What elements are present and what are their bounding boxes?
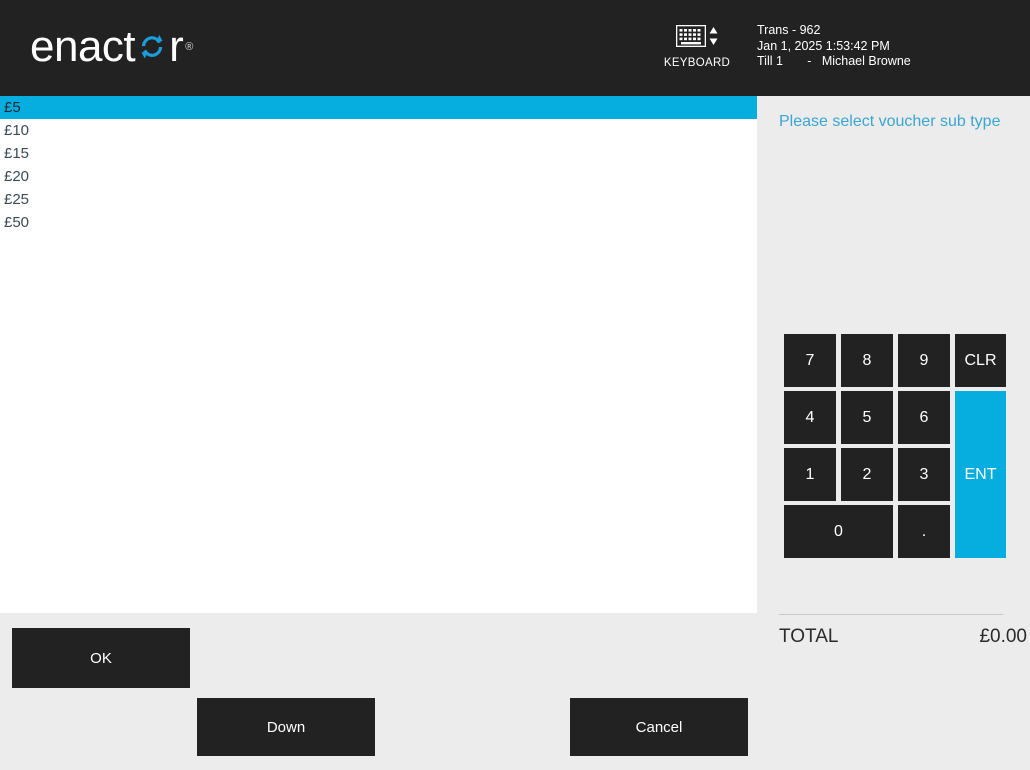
- action-button-bar: OK Down Cancel: [0, 613, 757, 770]
- pos-application: enact r ® KEYBOARD Trans - 962 Jan 1, 20…: [0, 0, 1030, 770]
- key-2[interactable]: 2: [841, 448, 893, 501]
- key-4[interactable]: 4: [784, 391, 836, 444]
- total-divider: [779, 614, 1003, 615]
- total-row: TOTAL £0.00: [779, 626, 1027, 648]
- key-clear[interactable]: CLR: [955, 334, 1006, 387]
- list-item-label: £5: [4, 99, 21, 116]
- list-item[interactable]: £10: [0, 119, 757, 142]
- cancel-button[interactable]: Cancel: [570, 698, 748, 756]
- list-item-label: £20: [4, 168, 30, 185]
- list-item[interactable]: £15: [0, 142, 757, 165]
- key-8[interactable]: 8: [841, 334, 893, 387]
- updown-arrows-icon: [709, 26, 718, 51]
- key-3[interactable]: 3: [898, 448, 950, 501]
- key-1[interactable]: 1: [784, 448, 836, 501]
- total-value: £0.00: [979, 626, 1027, 647]
- logo-text-left: enact: [30, 22, 136, 71]
- list-item-label: £15: [4, 145, 30, 162]
- prompt-message: Please select voucher sub type: [779, 113, 1001, 130]
- app-header: enact r ® KEYBOARD Trans - 962 Jan 1, 20…: [0, 0, 1030, 96]
- keyboard-label: KEYBOARD: [663, 57, 731, 69]
- down-button[interactable]: Down: [197, 698, 375, 756]
- list-item-label: £10: [4, 122, 30, 139]
- key-enter[interactable]: ENT: [955, 391, 1006, 558]
- key-decimal[interactable]: .: [898, 505, 950, 558]
- numeric-keypad: 7 8 9 CLR 4 5 6 ENT 1 2 3 0 .: [784, 334, 1006, 558]
- right-panel: Please select voucher sub type 7 8 9 CLR…: [757, 96, 1030, 770]
- keyboard-icon: [675, 24, 707, 52]
- ok-button[interactable]: OK: [12, 628, 190, 688]
- key-6[interactable]: 6: [898, 391, 950, 444]
- list-item-label: £25: [4, 191, 30, 208]
- logo-text-right: r: [169, 22, 184, 71]
- key-0[interactable]: 0: [784, 505, 893, 558]
- enactor-logo: enact r ®: [30, 22, 193, 71]
- transaction-number: Trans - 962: [757, 23, 821, 37]
- list-item[interactable]: £20: [0, 165, 757, 188]
- total-label: TOTAL: [779, 626, 839, 647]
- key-5[interactable]: 5: [841, 391, 893, 444]
- voucher-subtype-list[interactable]: £5 £10 £15 £20 £25 £50: [0, 96, 757, 613]
- transaction-datetime: Jan 1, 2025 1:53:42 PM: [757, 38, 890, 53]
- keyboard-toggle-button[interactable]: KEYBOARD: [663, 22, 731, 69]
- list-item[interactable]: £50: [0, 211, 757, 234]
- list-item[interactable]: £5: [0, 96, 757, 119]
- key-7[interactable]: 7: [784, 334, 836, 387]
- till-operator: Till 1 - Michael Browne: [757, 54, 911, 68]
- list-item[interactable]: £25: [0, 188, 757, 211]
- keyboard-icon-group: [663, 22, 731, 54]
- circular-arrows-icon: [136, 31, 168, 63]
- key-9[interactable]: 9: [898, 334, 950, 387]
- transaction-info: Trans - 962 Jan 1, 2025 1:53:42 PM Till …: [757, 23, 911, 70]
- list-item-label: £50: [4, 214, 30, 231]
- logo-trademark: ®: [185, 41, 193, 53]
